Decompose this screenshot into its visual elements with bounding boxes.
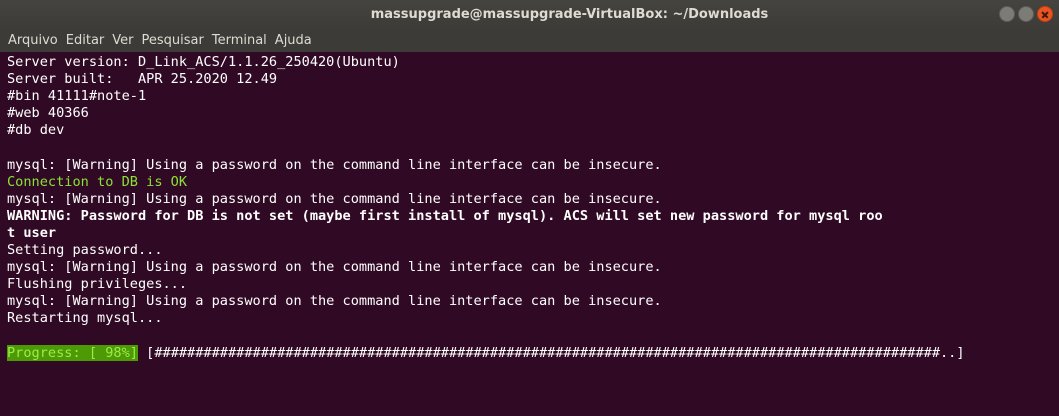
maximize-button[interactable] bbox=[1018, 6, 1034, 22]
terminal-line: Server version: D_Link_ACS/1.1.26_250420… bbox=[7, 54, 400, 70]
terminal-line-warning: t user bbox=[7, 224, 57, 241]
terminal-line: Flushing privileges... bbox=[7, 276, 188, 293]
close-button[interactable] bbox=[1037, 6, 1053, 22]
terminal-window: massupgrade@massupgrade-VirtualBox: ~/Do… bbox=[0, 0, 1059, 416]
terminal-line: Server built: APR 25.2020 12.49 bbox=[7, 71, 278, 88]
menu-item-ajuda[interactable]: Ajuda bbox=[275, 30, 312, 52]
terminal-line: #web 40366 bbox=[7, 105, 89, 122]
terminal-output[interactable]: Server version: D_Link_ACS/1.1.26_250420… bbox=[0, 54, 1059, 416]
minimize-button[interactable] bbox=[999, 6, 1015, 22]
window-title: massupgrade@massupgrade-VirtualBox: ~/Do… bbox=[370, 7, 769, 22]
menu-item-ver[interactable]: Ver bbox=[112, 30, 133, 52]
window-controls bbox=[999, 6, 1053, 24]
terminal-line: Setting password... bbox=[7, 242, 163, 259]
terminal-line: #bin 41111#note-1 bbox=[7, 88, 147, 105]
terminal-line: mysql: [Warning] Using a password on the… bbox=[7, 190, 662, 207]
progress-label: Progress: [ 98%] bbox=[7, 344, 138, 361]
menu-bar: Arquivo Editar Ver Pesquisar Terminal Aj… bbox=[0, 30, 1059, 52]
progress-bar: [#######################################… bbox=[137, 344, 973, 361]
terminal-line: mysql: [Warning] Using a password on the… bbox=[7, 259, 662, 276]
menu-item-pesquisar[interactable]: Pesquisar bbox=[142, 30, 204, 52]
terminal-line: #db dev bbox=[7, 122, 65, 139]
terminal-line: Restarting mysql... bbox=[7, 310, 163, 327]
terminal-line: mysql: [Warning] Using a password on the… bbox=[7, 293, 662, 310]
terminal-line-ok: Connection to DB is OK bbox=[7, 173, 188, 190]
menu-item-arquivo[interactable]: Arquivo bbox=[8, 30, 58, 52]
menu-item-editar[interactable]: Editar bbox=[66, 30, 105, 52]
progress-line: Progress: [ 98%] [######################… bbox=[7, 344, 1059, 362]
terminal-line-warning: WARNING: Password for DB is not set (may… bbox=[7, 207, 883, 224]
terminal-line: mysql: [Warning] Using a password on the… bbox=[7, 156, 662, 173]
title-bar[interactable]: massupgrade@massupgrade-VirtualBox: ~/Do… bbox=[0, 0, 1059, 30]
menu-item-terminal[interactable]: Terminal bbox=[212, 30, 267, 52]
